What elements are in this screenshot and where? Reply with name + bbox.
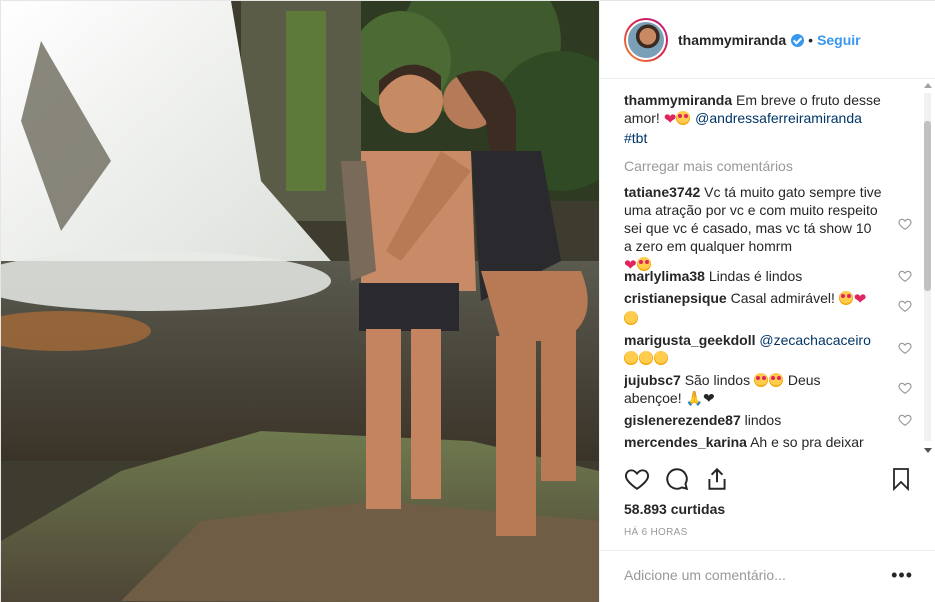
caption: thammymiranda Em breve o fruto desse amo… xyxy=(624,91,912,147)
caption-username[interactable]: thammymiranda xyxy=(624,92,732,108)
like-comment-heart-icon[interactable] xyxy=(898,217,912,231)
comment-text: Lindas é lindos xyxy=(708,268,803,284)
red-heart-emoji-icon: ❤ xyxy=(853,291,867,308)
separator-dot: • xyxy=(808,31,814,48)
comments-scrollbar[interactable] xyxy=(922,81,932,455)
comment-text: Ah e so pra deixar xyxy=(750,434,864,450)
verified-badge-icon xyxy=(791,34,805,47)
action-bar xyxy=(624,466,914,496)
comment-text: São lindos xyxy=(684,372,751,388)
comment-username[interactable]: cristianepsique xyxy=(624,290,727,306)
header-username[interactable]: thammymiranda xyxy=(678,32,786,48)
post-header: thammymiranda • Seguir xyxy=(600,1,935,79)
blowing-kiss-emoji-icon xyxy=(624,311,638,325)
heart-eyes-emoji-icon xyxy=(768,373,783,387)
comment-username[interactable]: marigusta_geekdoll xyxy=(624,332,756,348)
bookmark-icon[interactable] xyxy=(889,466,913,492)
avatar[interactable] xyxy=(624,17,668,62)
comment-username[interactable]: jujubsc7 xyxy=(624,372,681,388)
add-comment-bar: Adicione um comentário... ••• xyxy=(600,550,935,602)
comment-mention[interactable]: @zecachacaceiro xyxy=(759,332,871,348)
heart-icon[interactable] xyxy=(624,466,650,492)
comment-username[interactable]: marlylima38 xyxy=(624,268,705,284)
comment: marigusta_geekdoll @zecachacaceiro xyxy=(624,331,912,367)
scroll-down-arrow-icon[interactable] xyxy=(924,448,932,453)
comment: mercendes_karina Ah e so pra deixar xyxy=(624,433,912,451)
caption-mention[interactable]: @andressaferreiramiranda xyxy=(695,110,862,126)
like-comment-heart-icon[interactable] xyxy=(898,413,912,427)
crying-emoji-icon xyxy=(624,351,638,365)
comments-list: thammymiranda Em breve o fruto desse amo… xyxy=(624,91,912,457)
comment: gislenerezende87 lindos xyxy=(624,411,912,429)
add-comment-input[interactable]: Adicione um comentário... xyxy=(624,567,786,583)
scroll-up-arrow-icon[interactable] xyxy=(924,83,932,88)
comment-username[interactable]: mercendes_karina xyxy=(624,434,747,450)
like-comment-heart-icon[interactable] xyxy=(898,269,912,283)
comment-username[interactable]: gislenerezende87 xyxy=(624,412,741,428)
post-timestamp[interactable]: HÁ 6 HORAS xyxy=(624,527,688,538)
comment-text: Casal admirável! xyxy=(730,290,835,306)
comment-username[interactable]: tatiane3742 xyxy=(624,184,700,200)
black-heart-emoji-icon: ❤ xyxy=(702,390,715,406)
more-options-icon[interactable]: ••• xyxy=(891,565,913,586)
heart-eyes-emoji-icon xyxy=(753,373,768,387)
like-comment-heart-icon[interactable] xyxy=(898,299,912,313)
crying-emoji-icon xyxy=(654,351,668,365)
heart-eyes-emoji-icon xyxy=(676,111,691,125)
comment: jujubsc7 São lindos Deus abençoe! 🙏❤ xyxy=(624,371,912,407)
heart-eyes-emoji-icon xyxy=(838,291,853,305)
comment: marlylima38 Lindas é lindos xyxy=(624,267,912,285)
crying-emoji-icon xyxy=(639,351,653,365)
comment-icon[interactable] xyxy=(664,466,690,492)
like-comment-heart-icon[interactable] xyxy=(898,341,912,355)
like-comment-heart-icon[interactable] xyxy=(898,381,912,395)
red-heart-emoji-icon: ❤ xyxy=(663,111,677,128)
share-icon[interactable] xyxy=(704,466,730,492)
follow-button[interactable]: Seguir xyxy=(817,32,861,48)
comment-text: lindos xyxy=(744,412,782,428)
scrollbar-thumb[interactable] xyxy=(924,121,931,291)
load-more-comments[interactable]: Carregar mais comentários xyxy=(624,157,912,175)
praying-hands-emoji-icon: 🙏 xyxy=(685,390,703,406)
comment: tatiane3742 Vc tá muito gato sempre tive… xyxy=(624,183,912,274)
caption-hashtag[interactable]: #tbt xyxy=(624,130,647,146)
like-count[interactable]: 58.893 curtidas xyxy=(624,501,725,517)
instagram-post: thammymiranda • Seguir thammymiranda Em … xyxy=(0,0,935,602)
post-photo[interactable] xyxy=(1,1,599,602)
photo-illustration xyxy=(1,1,599,602)
comment: cristianepsique Casal admirável! ❤ xyxy=(624,289,912,327)
post-sidebar: thammymiranda • Seguir thammymiranda Em … xyxy=(599,1,935,602)
